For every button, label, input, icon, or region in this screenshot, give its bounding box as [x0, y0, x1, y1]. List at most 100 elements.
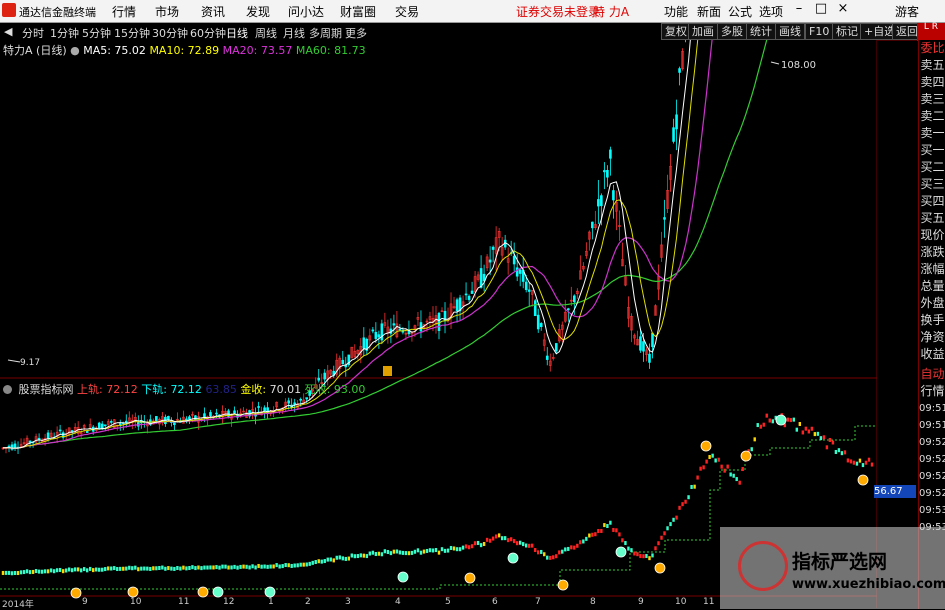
period-30min[interactable]: 30分钟	[152, 25, 188, 41]
period-multi[interactable]: 多周期	[309, 25, 342, 41]
indicator-bar	[657, 541, 660, 546]
left-arrow-icon[interactable]: ◀	[4, 25, 12, 38]
indicator-bar	[452, 546, 456, 551]
indicator-bar	[122, 566, 125, 571]
sidebar-netasset[interactable]: 净资	[919, 329, 945, 346]
event-flag-icon[interactable]	[383, 366, 392, 376]
sidebar-hangqing[interactable]: 行情	[919, 383, 945, 400]
sidebar-sell3[interactable]: 卖三	[919, 91, 945, 108]
sidebar-buy1[interactable]: 买一	[919, 142, 945, 159]
candle-body	[648, 353, 651, 363]
menu-xinmian[interactable]: 新面	[697, 3, 721, 20]
chart-area[interactable]: 100.090.0080.0070.0060.0050.0040.0030.00…	[0, 40, 877, 608]
sidebar-turnover[interactable]: 换手	[919, 312, 945, 329]
indicator-bar	[449, 545, 453, 550]
guest-label[interactable]: 游客	[895, 3, 919, 20]
login-notice[interactable]: 证券交易未登录	[516, 3, 600, 20]
btn-duogu[interactable]: 多股	[717, 23, 747, 40]
sidebar-buy3[interactable]: 买三	[919, 176, 945, 193]
menu-wenxiaoda[interactable]: 问小达	[288, 3, 324, 20]
menu-caifuquan[interactable]: 财富圈	[340, 3, 376, 20]
sidebar-auto[interactable]: 自动	[919, 366, 945, 383]
sidebar-outer[interactable]: 外盘	[919, 295, 945, 312]
period-1min[interactable]: 1分钟	[50, 25, 79, 41]
sidebar-change[interactable]: 涨跌	[919, 244, 945, 261]
indicator-bar	[726, 464, 729, 469]
signal-coin-icon	[507, 552, 519, 564]
menu-shichang[interactable]: 市场	[155, 3, 179, 20]
sidebar-sell2[interactable]: 卖二	[919, 108, 945, 125]
indicator-bar	[843, 450, 847, 455]
menu-jiaoyi[interactable]: 交易	[395, 3, 419, 20]
candle-body	[362, 337, 366, 349]
btn-tongji[interactable]: 统计	[746, 23, 776, 40]
menu-gongneng[interactable]: 功能	[664, 3, 688, 20]
maximize-icon[interactable]: □	[812, 1, 830, 19]
menu-gongshi[interactable]: 公式	[728, 3, 752, 20]
sidebar-sell4[interactable]: 卖四	[919, 74, 945, 91]
indicator-bar	[810, 426, 814, 431]
indicator-bar	[588, 533, 591, 538]
indicator-bar	[344, 556, 347, 561]
indicator-bar	[22, 570, 26, 575]
indicator-bar	[89, 566, 92, 571]
indicator-bar	[434, 548, 438, 553]
indicator-bar	[308, 561, 311, 566]
menu-zixun[interactable]: 资讯	[201, 3, 225, 20]
minimize-icon[interactable]: –	[790, 1, 808, 19]
period-60min[interactable]: 60分钟	[190, 25, 226, 41]
sidebar-sell1[interactable]: 卖一	[919, 125, 945, 142]
indicator-bar	[639, 554, 642, 559]
sidebar-weibi[interactable]: 委比	[919, 40, 945, 57]
period-15min[interactable]: 15分钟	[114, 25, 150, 41]
indicator-bar	[143, 566, 146, 571]
candle-body	[118, 423, 122, 425]
sidebar-price[interactable]: 现价	[919, 227, 945, 244]
period-month[interactable]: 月线	[283, 25, 305, 41]
indicator-bar	[422, 549, 426, 554]
candle-body	[479, 268, 483, 288]
btn-huaxian[interactable]: 画线	[775, 23, 805, 40]
indicator-bar	[633, 551, 636, 556]
sidebar-volume[interactable]: 总量	[919, 278, 945, 295]
sidebar-buy5[interactable]: 买五	[919, 210, 945, 227]
indicator-bar	[40, 569, 44, 574]
period-fenshi[interactable]: 分时	[22, 25, 44, 41]
indicator-bar	[618, 532, 621, 537]
sidebar-pct[interactable]: 涨幅	[919, 261, 945, 278]
ma10-label: MA10: 72.89	[149, 44, 220, 57]
menu-faxian[interactable]: 发现	[246, 3, 270, 20]
indicator-bar	[561, 549, 564, 554]
menu-hangqing[interactable]: 行情	[112, 3, 136, 20]
candle-body	[470, 290, 474, 294]
candle-body	[639, 336, 642, 351]
period-day[interactable]: 日线	[226, 25, 248, 41]
indicator-bar	[792, 417, 796, 422]
lr-corner[interactable]: L R	[917, 23, 945, 41]
sidebar-buy4[interactable]: 买四	[919, 193, 945, 210]
indicator-bar	[675, 515, 678, 520]
indicator-bar	[440, 547, 444, 552]
btn-fuquan[interactable]: 复权	[661, 23, 691, 40]
close-icon[interactable]: ×	[834, 1, 852, 19]
signal-coin-icon	[464, 572, 476, 584]
candle-body	[642, 341, 645, 352]
btn-f10[interactable]: F10	[805, 23, 834, 40]
period-week[interactable]: 周线	[255, 25, 277, 41]
indicator-bar	[696, 475, 699, 480]
indicator-bar	[197, 565, 200, 570]
period-5min[interactable]: 5分钟	[82, 25, 111, 41]
period-more[interactable]: 更多	[345, 25, 367, 41]
btn-biaoji[interactable]: 标记	[832, 23, 862, 40]
indicator-bar	[290, 563, 293, 568]
indicator-bar	[552, 555, 555, 560]
sidebar-sell5[interactable]: 卖五	[919, 57, 945, 74]
sidebar-earnings[interactable]: 收益	[919, 346, 945, 363]
btn-jiahua[interactable]: 加画	[688, 23, 718, 40]
indicator-bar	[867, 457, 871, 462]
indicator-bar	[579, 540, 582, 545]
sidebar-buy2[interactable]: 买二	[919, 159, 945, 176]
menu-xuanxiang[interactable]: 选项	[759, 3, 783, 20]
indicator-bar	[534, 548, 537, 553]
indicator-bar	[125, 566, 128, 571]
